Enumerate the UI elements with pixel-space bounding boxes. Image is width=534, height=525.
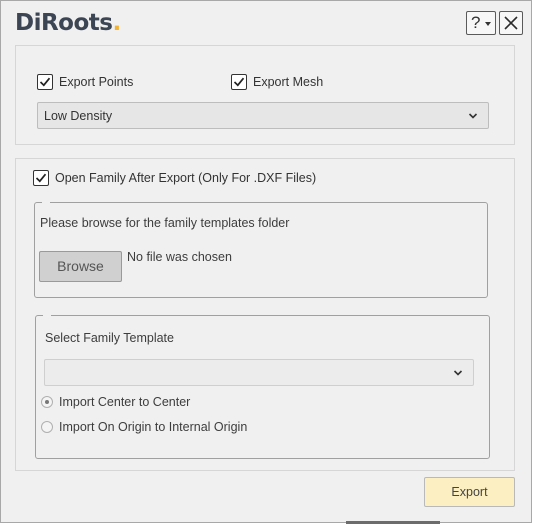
dropdown-caret-icon [485,22,491,26]
radio-label: Import On Origin to Internal Origin [59,420,248,434]
checkbox-box [33,170,49,186]
export-points-checkbox[interactable]: Export Points [37,74,133,90]
browse-button[interactable]: Browse [39,251,122,282]
density-value: Low Density [44,109,113,123]
radio-circle [41,396,53,408]
select-template-label: Select Family Template [45,331,174,345]
export-options-panel [15,45,515,145]
chevron-down-icon [468,113,478,119]
diroots-logo: DiRoots. [15,9,121,37]
checkmark-icon [233,77,245,87]
help-label: ? [471,13,481,32]
resize-strip [346,521,440,524]
help-button[interactable]: ? [466,11,496,35]
export-points-label: Export Points [59,75,134,89]
export-mesh-label: Export Mesh [253,75,324,89]
open-family-label: Open Family After Export (Only For .DXF … [55,171,317,185]
open-family-checkbox[interactable]: Open Family After Export (Only For .DXF … [33,170,316,186]
file-status: No file was chosen [127,250,232,264]
logo-dot: . [112,10,121,36]
checkbox-box [37,74,53,90]
logo-text: DiRoots [15,10,113,36]
radio-center-to-center[interactable]: Import Center to Center [41,395,190,409]
close-button[interactable] [499,11,523,35]
checkmark-icon [35,173,47,183]
radio-circle [41,421,53,433]
export-dialog: DiRoots. ? Export Points Export Mesh Low… [0,0,532,524]
radio-selected-dot [45,400,49,404]
browse-prompt: Please browse for the family templates f… [40,216,290,230]
close-icon [504,16,518,30]
density-dropdown[interactable]: Low Density [37,102,489,129]
checkbox-box [231,74,247,90]
export-button[interactable]: Export [424,477,515,507]
radio-origin-to-internal[interactable]: Import On Origin to Internal Origin [41,420,247,434]
radio-label: Import Center to Center [59,395,191,409]
group-header-gap [43,315,51,317]
group-header-gap [42,202,50,204]
checkmark-icon [39,77,51,87]
export-mesh-checkbox[interactable]: Export Mesh [231,74,323,90]
template-dropdown[interactable] [44,359,474,386]
chevron-down-icon [453,370,463,376]
